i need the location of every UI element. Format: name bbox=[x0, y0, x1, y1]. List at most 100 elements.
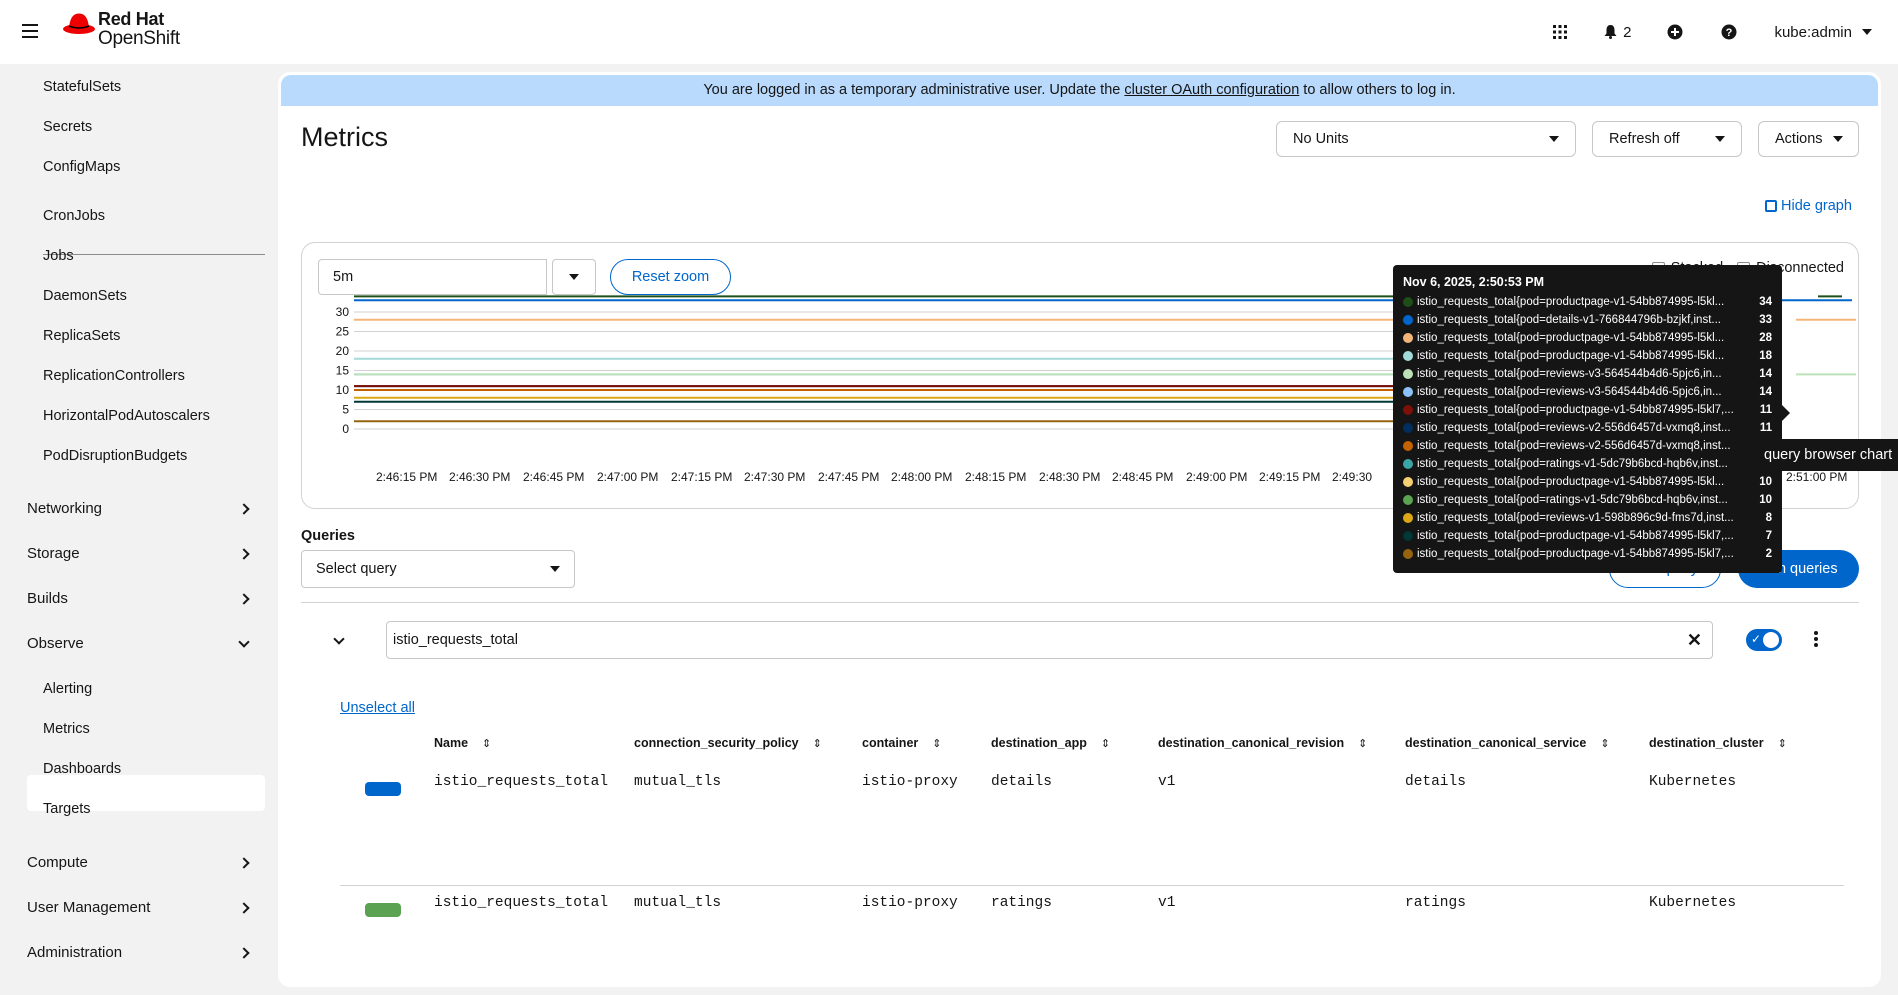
tooltip-series-value: 33 bbox=[1759, 314, 1772, 326]
sidebar-section-storage[interactable]: Storage bbox=[27, 545, 80, 562]
x-tick-label: 2:47:00 PM bbox=[597, 470, 658, 484]
cell-destination-cluster: Kubernetes bbox=[1649, 774, 1737, 790]
tooltip-row: istio_requests_total{pod=productpage-v1-… bbox=[1403, 473, 1772, 491]
series-dot bbox=[1403, 531, 1413, 541]
kebab-menu-icon[interactable] bbox=[1813, 629, 1819, 649]
chevron-right-icon bbox=[238, 593, 250, 605]
y-tick-label: 30 bbox=[336, 305, 350, 319]
sidebar-item-metrics[interactable]: Metrics bbox=[43, 721, 90, 737]
actions-dropdown[interactable]: Actions bbox=[1758, 121, 1859, 157]
tooltip-series-value: 8 bbox=[1765, 512, 1772, 524]
banner-text-after: to allow others to log in. bbox=[1299, 82, 1456, 98]
series-dot bbox=[1403, 549, 1413, 559]
notifications-button[interactable]: 2 bbox=[1604, 22, 1631, 42]
sidebar-divider bbox=[43, 254, 265, 255]
hide-graph-button[interactable]: Hide graph bbox=[1765, 198, 1852, 214]
clear-icon[interactable]: ✕ bbox=[1687, 622, 1702, 658]
tooltip-row: istio_requests_total{pod=productpage-v1-… bbox=[1403, 293, 1772, 311]
sidebar-item-replicationcontrollers[interactable]: ReplicationControllers bbox=[43, 368, 185, 384]
series-color-swatch[interactable] bbox=[365, 782, 401, 796]
notification-count: 2 bbox=[1623, 23, 1632, 41]
chevron-right-icon bbox=[238, 548, 250, 560]
sidebar-section-builds[interactable]: Builds bbox=[27, 590, 68, 607]
tooltip-series-value: 10 bbox=[1759, 476, 1772, 488]
sidebar-item-jobs[interactable]: Jobs bbox=[43, 248, 74, 264]
sidebar-item-cronjobs[interactable]: CronJobs bbox=[43, 208, 105, 224]
tooltip-row: istio_requests_total{pod=productpage-v1-… bbox=[1403, 329, 1772, 347]
cell-name: istio_requests_total bbox=[434, 895, 609, 911]
cell-container: istio-proxy bbox=[862, 895, 958, 911]
tooltip-row: istio_requests_total{pod=productpage-v1-… bbox=[1403, 401, 1772, 419]
sort-icon: ⇕ bbox=[1100, 737, 1111, 750]
sidebar-item-horizontalpodautoscalers[interactable]: HorizontalPodAutoscalers bbox=[43, 408, 210, 424]
sidebar-item-targets[interactable]: Targets bbox=[43, 801, 91, 817]
tooltip-series-name: istio_requests_total{pod=ratings-v1-5dc7… bbox=[1417, 458, 1728, 470]
x-tick-label: 2:47:15 PM bbox=[671, 470, 732, 484]
tooltip-series-name: istio_requests_total{pod=productpage-v1-… bbox=[1417, 530, 1734, 542]
sidebar-section-administration[interactable]: Administration bbox=[27, 944, 122, 961]
x-tick-label: 2:49:15 PM bbox=[1259, 470, 1320, 484]
sidebar-item-alerting[interactable]: Alerting bbox=[43, 681, 92, 697]
series-dot bbox=[1403, 477, 1413, 487]
row-separator bbox=[340, 885, 1844, 886]
cell-destination-app: ratings bbox=[991, 895, 1052, 911]
unselect-all-link[interactable]: Unselect all bbox=[340, 700, 415, 716]
actions-dropdown-label: Actions bbox=[1775, 131, 1823, 147]
column-header-container[interactable]: container ⇕ bbox=[862, 736, 941, 750]
sidebar-section-networking[interactable]: Networking bbox=[27, 500, 102, 517]
tooltip-row: istio_requests_total{pod=reviews-v2-556d… bbox=[1403, 437, 1772, 455]
x-tick-label: 2:46:45 PM bbox=[523, 470, 584, 484]
cell-connection-security-policy: mutual_tls bbox=[634, 895, 722, 911]
user-name: kube:admin bbox=[1774, 23, 1852, 41]
banner-oauth-link[interactable]: cluster OAuth configuration bbox=[1124, 82, 1299, 98]
tooltip-series-name: istio_requests_total{pod=productpage-v1-… bbox=[1417, 296, 1725, 308]
query-enable-switch[interactable]: ✓ bbox=[1746, 629, 1782, 651]
sidebar-item-configmaps[interactable]: ConfigMaps bbox=[43, 159, 120, 175]
help-icon[interactable]: ? bbox=[1719, 22, 1739, 42]
add-icon[interactable] bbox=[1665, 22, 1685, 42]
sidebar-item-poddisruptionbudgets[interactable]: PodDisruptionBudgets bbox=[43, 448, 187, 464]
tooltip-series-name: istio_requests_total{pod=reviews-v2-556d… bbox=[1417, 422, 1731, 434]
column-header-destination-canonical-service[interactable]: destination_canonical_service ⇕ bbox=[1405, 736, 1610, 750]
cell-destination-canonical-revision: v1 bbox=[1158, 774, 1176, 790]
series-dot bbox=[1403, 405, 1413, 415]
hamburger-menu-icon[interactable] bbox=[22, 24, 38, 38]
redhat-openshift-logo[interactable]: Red Hat OpenShift bbox=[62, 10, 180, 48]
tooltip-series-name: istio_requests_total{pod=productpage-v1-… bbox=[1417, 332, 1725, 344]
column-header-name[interactable]: Name ⇕ bbox=[434, 736, 491, 750]
series-dot bbox=[1403, 369, 1413, 379]
x-tick-label: 2:48:15 PM bbox=[965, 470, 1026, 484]
x-tick-label: 2:51:00 PM bbox=[1786, 470, 1847, 484]
sidebar-item-dashboards[interactable]: Dashboards bbox=[43, 761, 121, 777]
sidebar-section-observe[interactable]: Observe bbox=[27, 635, 84, 652]
sidebar-item-statefulsets[interactable]: StatefulSets bbox=[43, 79, 121, 95]
sidebar-item-replicasets[interactable]: ReplicaSets bbox=[43, 328, 120, 344]
sidebar-item-secrets[interactable]: Secrets bbox=[43, 119, 92, 135]
query-expression-input[interactable]: istio_requests_total ✕ bbox=[386, 621, 1713, 659]
column-header-destination-canonical-revision[interactable]: destination_canonical_revision ⇕ bbox=[1158, 736, 1367, 750]
sidebar-section-compute[interactable]: Compute bbox=[27, 854, 88, 871]
brand-line-2: OpenShift bbox=[98, 28, 180, 49]
compress-icon bbox=[1765, 200, 1777, 212]
series-color-swatch[interactable] bbox=[365, 903, 401, 917]
x-tick-label: 2:49:00 PM bbox=[1186, 470, 1247, 484]
user-menu[interactable]: kube:admin bbox=[1774, 24, 1872, 41]
sidebar-section-user-management[interactable]: User Management bbox=[27, 899, 150, 916]
sidebar-item-daemonsets[interactable]: DaemonSets bbox=[43, 288, 127, 304]
x-tick-label: 2:47:45 PM bbox=[818, 470, 879, 484]
refresh-dropdown[interactable]: Refresh off bbox=[1592, 121, 1742, 157]
column-header-connection-security-policy[interactable]: connection_security_policy ⇕ bbox=[634, 736, 822, 750]
refresh-dropdown-label: Refresh off bbox=[1609, 131, 1680, 147]
app-launcher-icon[interactable] bbox=[1550, 22, 1570, 42]
column-header-destination-app[interactable]: destination_app ⇕ bbox=[991, 736, 1110, 750]
hide-graph-label: Hide graph bbox=[1781, 198, 1852, 214]
caret-down-icon bbox=[1862, 29, 1872, 35]
select-query-dropdown[interactable]: Select query bbox=[301, 550, 575, 588]
tooltip-timestamp: Nov 6, 2025, 2:50:53 PM bbox=[1403, 275, 1545, 289]
column-header-destination-cluster[interactable]: destination_cluster ⇕ bbox=[1649, 736, 1787, 750]
series-dot bbox=[1403, 387, 1413, 397]
units-dropdown[interactable]: No Units bbox=[1276, 121, 1576, 157]
tooltip-series-name: istio_requests_total{pod=productpage-v1-… bbox=[1417, 548, 1734, 560]
chevron-down-icon[interactable] bbox=[333, 633, 345, 645]
x-tick-label: 2:46:30 PM bbox=[449, 470, 510, 484]
